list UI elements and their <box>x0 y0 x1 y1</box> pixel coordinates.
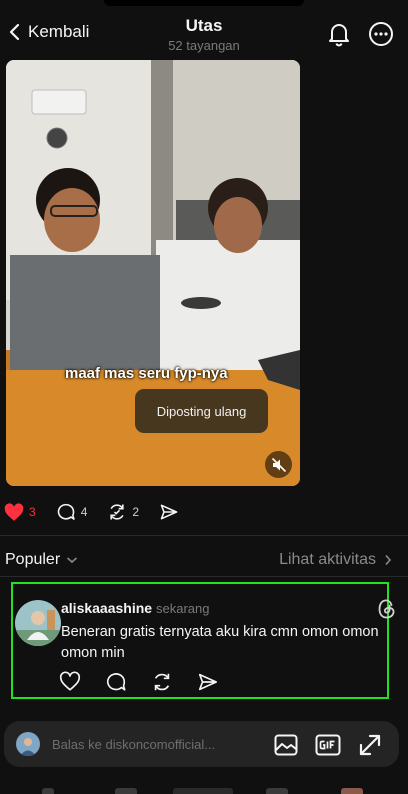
like-button[interactable]: 3 <box>4 502 36 522</box>
bottom-tab-bar <box>0 778 408 794</box>
send-icon <box>160 504 178 520</box>
threads-logo-icon <box>378 599 395 619</box>
divider <box>0 576 408 577</box>
more-options-icon[interactable] <box>368 21 394 47</box>
gif-icon[interactable] <box>315 732 341 758</box>
reply-share-button[interactable] <box>197 671 219 693</box>
reply-username[interactable]: aliskaaashine <box>61 600 152 616</box>
divider <box>0 535 408 536</box>
chevron-left-icon <box>9 23 20 41</box>
comment-button[interactable]: 4 <box>56 502 88 522</box>
view-activity-link[interactable]: Lihat aktivitas <box>279 551 392 569</box>
back-button[interactable]: Kembali <box>8 22 89 42</box>
tab-activity[interactable] <box>266 788 288 794</box>
activity-label: Lihat aktivitas <box>279 551 376 568</box>
video-caption: maaf mas seru fyp-nya <box>65 365 228 382</box>
sort-label: Populer <box>5 551 61 568</box>
share-button[interactable] <box>159 502 179 522</box>
post-actions: 3 4 2 <box>4 500 199 524</box>
image-attach-icon[interactable] <box>273 732 299 758</box>
tab-home[interactable] <box>42 788 54 794</box>
heart-icon <box>59 671 81 691</box>
avatar-image <box>16 732 40 756</box>
top-bar: Kembali Utas 52 tayangan <box>0 0 408 60</box>
tab-create[interactable] <box>173 788 233 794</box>
reply-item: aliskaaashine sekarang Beneran gratis te… <box>11 582 395 699</box>
reply-text: Beneran gratis ternyata aku kira cmn omo… <box>61 624 379 661</box>
tab-search[interactable] <box>115 788 137 794</box>
bell-icon[interactable] <box>326 21 352 47</box>
post-video[interactable]: maaf mas seru fyp-nya Diposting ulang <box>6 60 300 486</box>
reply-timestamp: sekarang <box>156 601 210 616</box>
reposted-toast: Diposting ulang <box>135 389 268 433</box>
sort-dropdown[interactable]: Populer <box>5 551 78 569</box>
back-label: Kembali <box>28 22 90 41</box>
reply-avatar[interactable] <box>15 600 61 646</box>
avatar-image <box>15 600 61 646</box>
speaker-muted-icon <box>271 457 286 472</box>
reply-comment-button[interactable] <box>105 671 127 693</box>
composer-avatar <box>16 732 40 756</box>
comment-count: 4 <box>80 505 88 519</box>
send-icon <box>198 673 218 691</box>
mute-button[interactable] <box>265 451 292 478</box>
reply-like-button[interactable] <box>59 671 81 693</box>
reply-repost-button[interactable] <box>151 671 173 693</box>
repost-icon <box>110 504 124 520</box>
chevron-right-icon <box>385 554 392 566</box>
like-count: 3 <box>29 505 36 519</box>
reply-actions <box>59 671 219 693</box>
comment-bubble-icon <box>106 673 126 691</box>
comment-bubble-icon <box>57 503 75 520</box>
expand-icon[interactable] <box>357 732 383 758</box>
heart-filled-icon <box>4 502 24 521</box>
reply-composer <box>4 721 399 767</box>
repost-button[interactable]: 2 <box>107 502 139 522</box>
reply-input[interactable] <box>52 734 242 754</box>
chevron-down-icon <box>67 557 78 564</box>
repost-icon <box>154 673 170 691</box>
repost-count: 2 <box>132 505 140 519</box>
tab-profile[interactable] <box>341 788 363 794</box>
